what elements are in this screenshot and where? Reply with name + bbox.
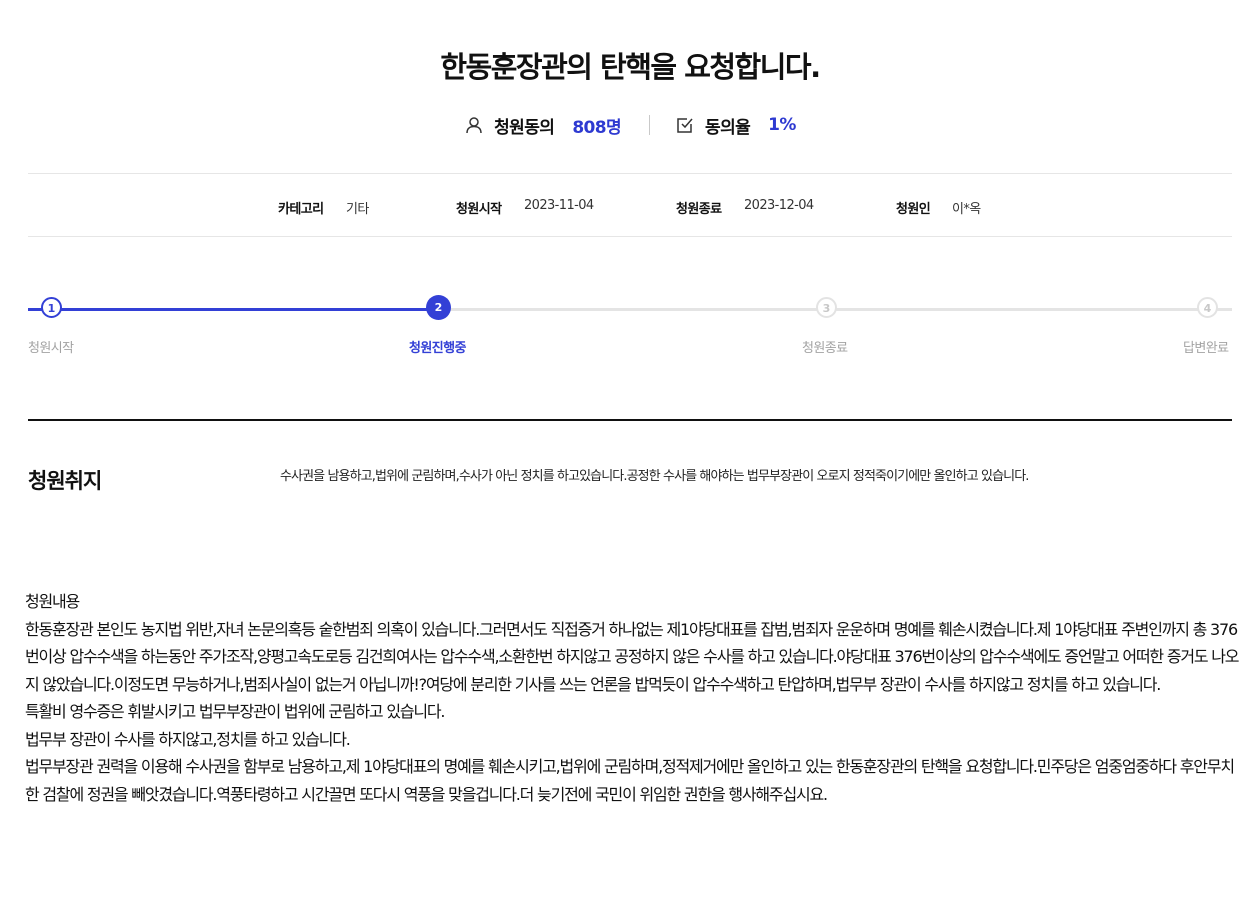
rate-label: 동의율: [705, 117, 751, 138]
step-2-dot: 2: [426, 295, 451, 320]
agree-label: 청원동의: [494, 117, 555, 138]
progress-stepper: 1 청원시작 2 청원진행중 3 청원종료 4 답변완료: [0, 295, 1260, 366]
step-1-dot: 1: [41, 297, 62, 318]
step-4-dot: 4: [1197, 297, 1218, 318]
content-paragraph: 법무부 장관이 수사를 하지않고,정치를 하고 있습니다.: [25, 729, 351, 749]
petition-stats: 청원동의 808명 동의율 1%: [0, 110, 1260, 140]
category-label: 카테고리: [278, 202, 324, 217]
purpose-text: 수사권을 남용하고,법위에 군림하며,수사가 아닌 정치를 하고있습니다.공정한…: [280, 469, 1029, 484]
petitioner-label: 청원인: [896, 202, 931, 217]
petition-title: 한동훈장관의 탄핵을 요청합니다.: [440, 50, 821, 84]
progress-track-fill: [28, 308, 439, 311]
start-label: 청원시작: [456, 202, 502, 217]
end-value: 2023-12-04: [744, 198, 814, 213]
stats-divider: [649, 115, 651, 135]
petition-meta: 카테고리 기타 청원시작 2023-11-04 청원종료 2023-12-04 …: [28, 173, 1232, 237]
agree-count: 808명: [572, 117, 622, 138]
section-divider: [28, 419, 1232, 421]
petitioner-value: 이*옥: [952, 202, 981, 217]
content-heading: 청원내용: [25, 592, 80, 611]
step-3-dot: 3: [816, 297, 837, 318]
person-icon: [464, 115, 484, 135]
content-paragraph: 특활비 영수증은 휘발시키고 법무부장관이 법위에 군림하고 있습니다.: [25, 702, 445, 721]
content-paragraph: 한동훈장관 본인도 농지법 위반,자녀 논문의혹등 숱한범죄 의혹이 있습니다.…: [25, 619, 1240, 694]
rate-stat: 동의율 1%: [675, 113, 796, 138]
category-value: 기타: [346, 202, 369, 217]
step-3-label: 청원종료: [802, 341, 848, 356]
purpose-heading: 청원취지: [28, 469, 102, 493]
step-4-label: 답변완료: [1183, 341, 1229, 356]
start-value: 2023-11-04: [524, 198, 594, 213]
checkbox-icon: [675, 115, 695, 135]
end-label: 청원종료: [676, 202, 722, 217]
rate-value: 1%: [768, 115, 796, 135]
petition-content: 청원내용 한동훈장관 본인도 농지법 위반,자녀 논문의혹등 숱한범죄 의혹이 …: [25, 588, 1240, 808]
agree-stat: 청원동의 808명: [464, 113, 622, 138]
step-2-label: 청원진행중: [409, 341, 466, 356]
step-1-label: 청원시작: [28, 341, 74, 356]
content-paragraph: 법무부장관 권력을 이용해 수사권을 함부로 남용하고,제 1야당대표의 명예를…: [25, 757, 1235, 804]
